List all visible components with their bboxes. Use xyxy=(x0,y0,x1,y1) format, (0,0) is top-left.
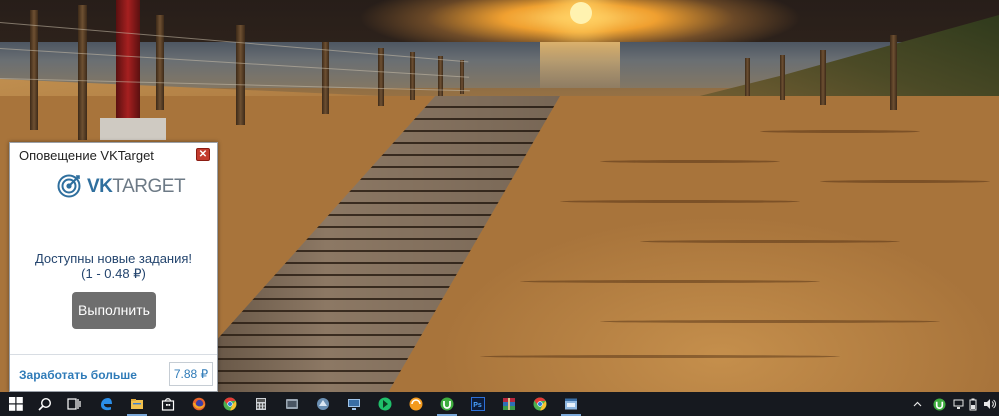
window-app-icon[interactable] xyxy=(557,392,585,416)
fence-post xyxy=(116,0,140,128)
battery-icon[interactable] xyxy=(966,392,980,416)
sun xyxy=(570,2,592,24)
run-button[interactable]: Выполнить xyxy=(72,292,156,329)
tasks-reward: (1 - 0.48 ₽) xyxy=(81,266,146,281)
fence-post xyxy=(780,55,785,100)
chrome-icon[interactable] xyxy=(216,392,244,416)
taskbar: Ps xyxy=(0,392,999,416)
edge-icon[interactable] xyxy=(92,392,120,416)
balance-badge: 7.88 ₽ xyxy=(169,362,213,386)
svg-text:Ps: Ps xyxy=(473,402,482,409)
close-icon[interactable]: ✕ xyxy=(196,148,210,161)
start-icon[interactable] xyxy=(2,392,30,416)
target-icon xyxy=(57,174,81,198)
fence-post xyxy=(100,118,166,140)
fence-post xyxy=(410,52,415,100)
vktarget-notification: Оповещение VKTarget ✕ VKTARGET Доступны … xyxy=(9,142,218,392)
photoshop-icon[interactable]: Ps xyxy=(464,392,492,416)
fence-post xyxy=(236,25,245,125)
fence-post xyxy=(322,42,329,114)
green-app-icon[interactable] xyxy=(371,392,399,416)
store-icon[interactable] xyxy=(154,392,182,416)
fence-post xyxy=(156,15,164,110)
chevron-up-icon[interactable] xyxy=(908,392,926,416)
orange-app-icon[interactable] xyxy=(402,392,430,416)
utorrent-tray-icon[interactable] xyxy=(930,392,948,416)
file-explorer-icon[interactable] xyxy=(123,392,151,416)
vktarget-logo: VKTARGET xyxy=(57,173,186,201)
earn-more-link[interactable]: Заработать больше xyxy=(19,368,137,382)
utorrent-icon[interactable] xyxy=(433,392,461,416)
winrar-icon[interactable] xyxy=(495,392,523,416)
task-view-icon[interactable] xyxy=(60,392,88,416)
calculator-icon[interactable] xyxy=(247,392,275,416)
remote-desktop-icon[interactable] xyxy=(309,392,337,416)
notification-title: Оповещение VKTarget xyxy=(19,148,154,163)
new-tasks-message: Доступны новые задания! xyxy=(34,251,193,266)
logo-text: VKTARGET xyxy=(87,176,186,197)
fence-post xyxy=(890,35,897,110)
firefox-icon[interactable] xyxy=(185,392,213,416)
volume-icon[interactable] xyxy=(981,392,997,416)
sea-glint xyxy=(540,42,620,88)
remote-desktop-icon[interactable] xyxy=(340,392,368,416)
fence-post xyxy=(745,58,750,96)
fence-post xyxy=(30,10,38,130)
sunset-sky xyxy=(0,0,999,44)
search-icon[interactable] xyxy=(31,392,59,416)
chrome-icon[interactable] xyxy=(526,392,554,416)
app-icon[interactable] xyxy=(278,392,306,416)
divider xyxy=(10,354,217,355)
fence-post xyxy=(820,50,826,105)
fence-post xyxy=(78,5,87,140)
fence-post xyxy=(378,48,384,106)
